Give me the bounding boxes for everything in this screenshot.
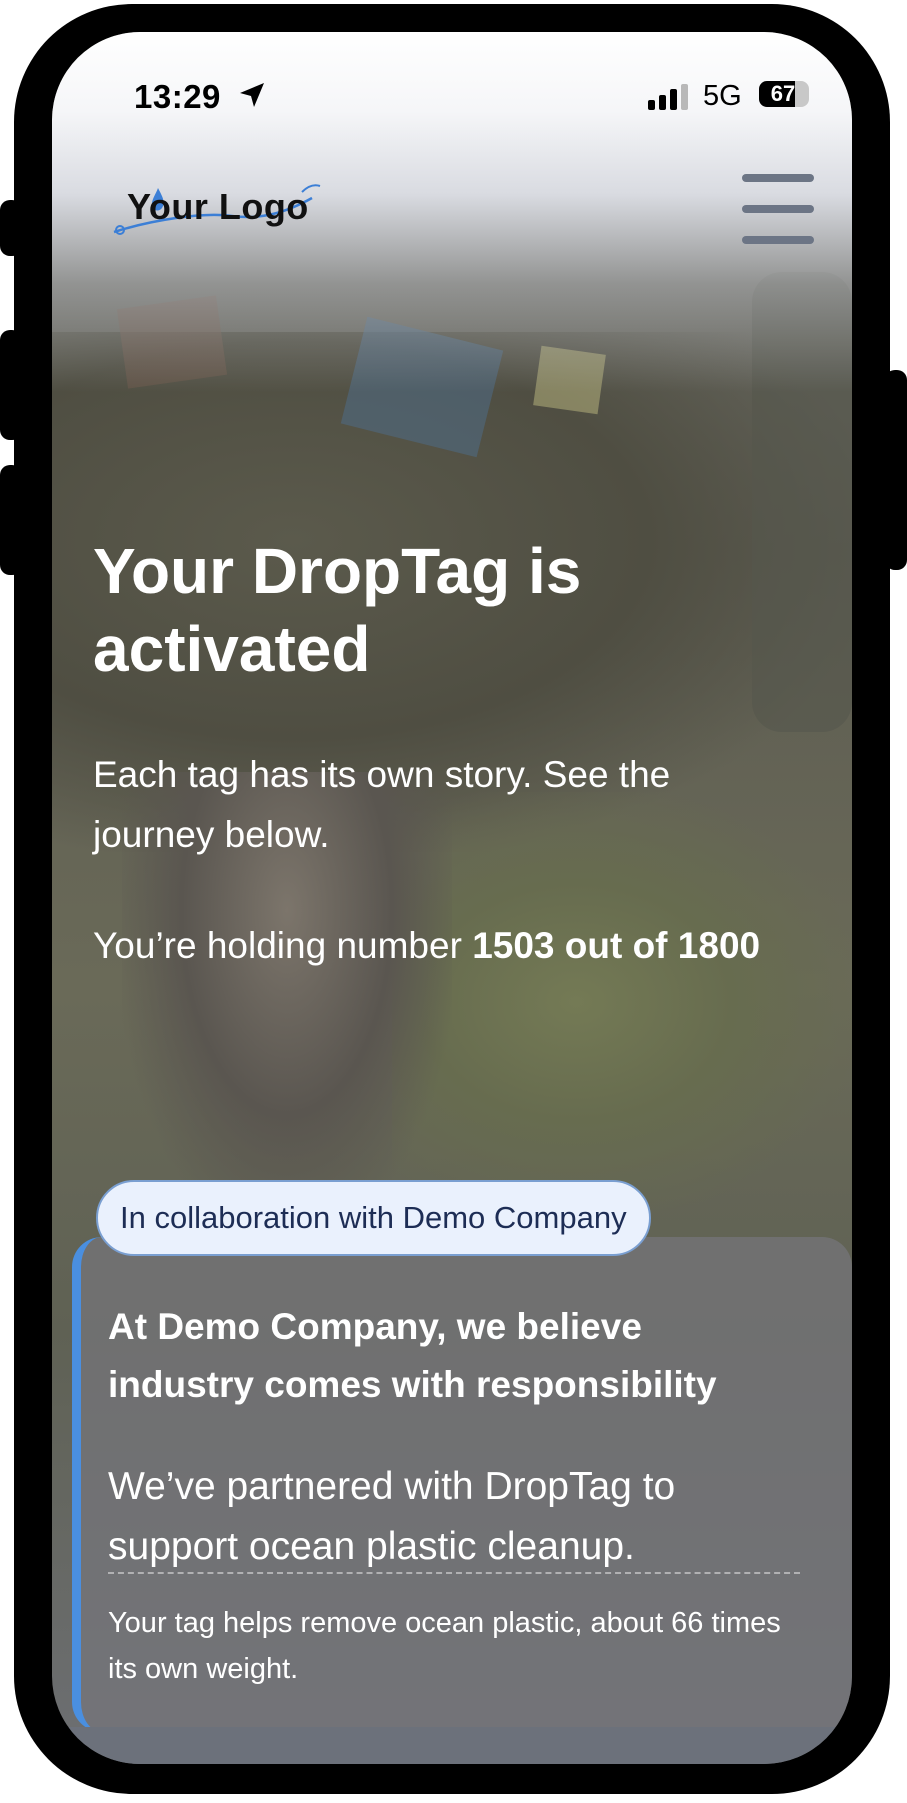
impact-note: Your tag helps remove ocean plastic, abo… [108,1607,781,1685]
status-time: 13:29 [134,78,221,115]
menu-button[interactable] [742,174,818,256]
tag-number-label: You’re holding number [93,925,473,966]
tag-number: You’re holding number 1503 out of 1800 [93,925,813,967]
battery-icon: 67 [759,81,811,107]
network-type: 5G [703,80,742,112]
next-section-edge [52,1727,852,1764]
logo-text: Your Logo [127,186,309,227]
collaboration-body: We’ve partnered with DropTag to support … [108,1465,676,1568]
card-divider [108,1572,800,1574]
brand-logo[interactable]: Your Logo [112,172,322,252]
status-bar: 13:29 5G 67 [52,32,852,122]
location-arrow-icon [240,83,264,107]
tag-number-value: 1503 out of 1800 [472,925,761,966]
collaboration-badge: In collaboration with Demo Company [96,1180,651,1256]
hero-intro: Each tag has its own story. See the jour… [93,754,671,855]
collaboration-title: At Demo Company, we believe industry com… [108,1306,717,1405]
cellular-signal-icon [648,84,688,110]
page-title: Your DropTag is activated [93,535,582,685]
hamburger-menu-icon [742,174,814,182]
battery-level: 67 [770,81,796,106]
app-screen: 13:29 5G 67 Your Logo Your DropTag is ac… [52,32,852,1764]
phone-frame: 13:29 5G 67 Your Logo Your DropTag is ac… [14,4,890,1794]
